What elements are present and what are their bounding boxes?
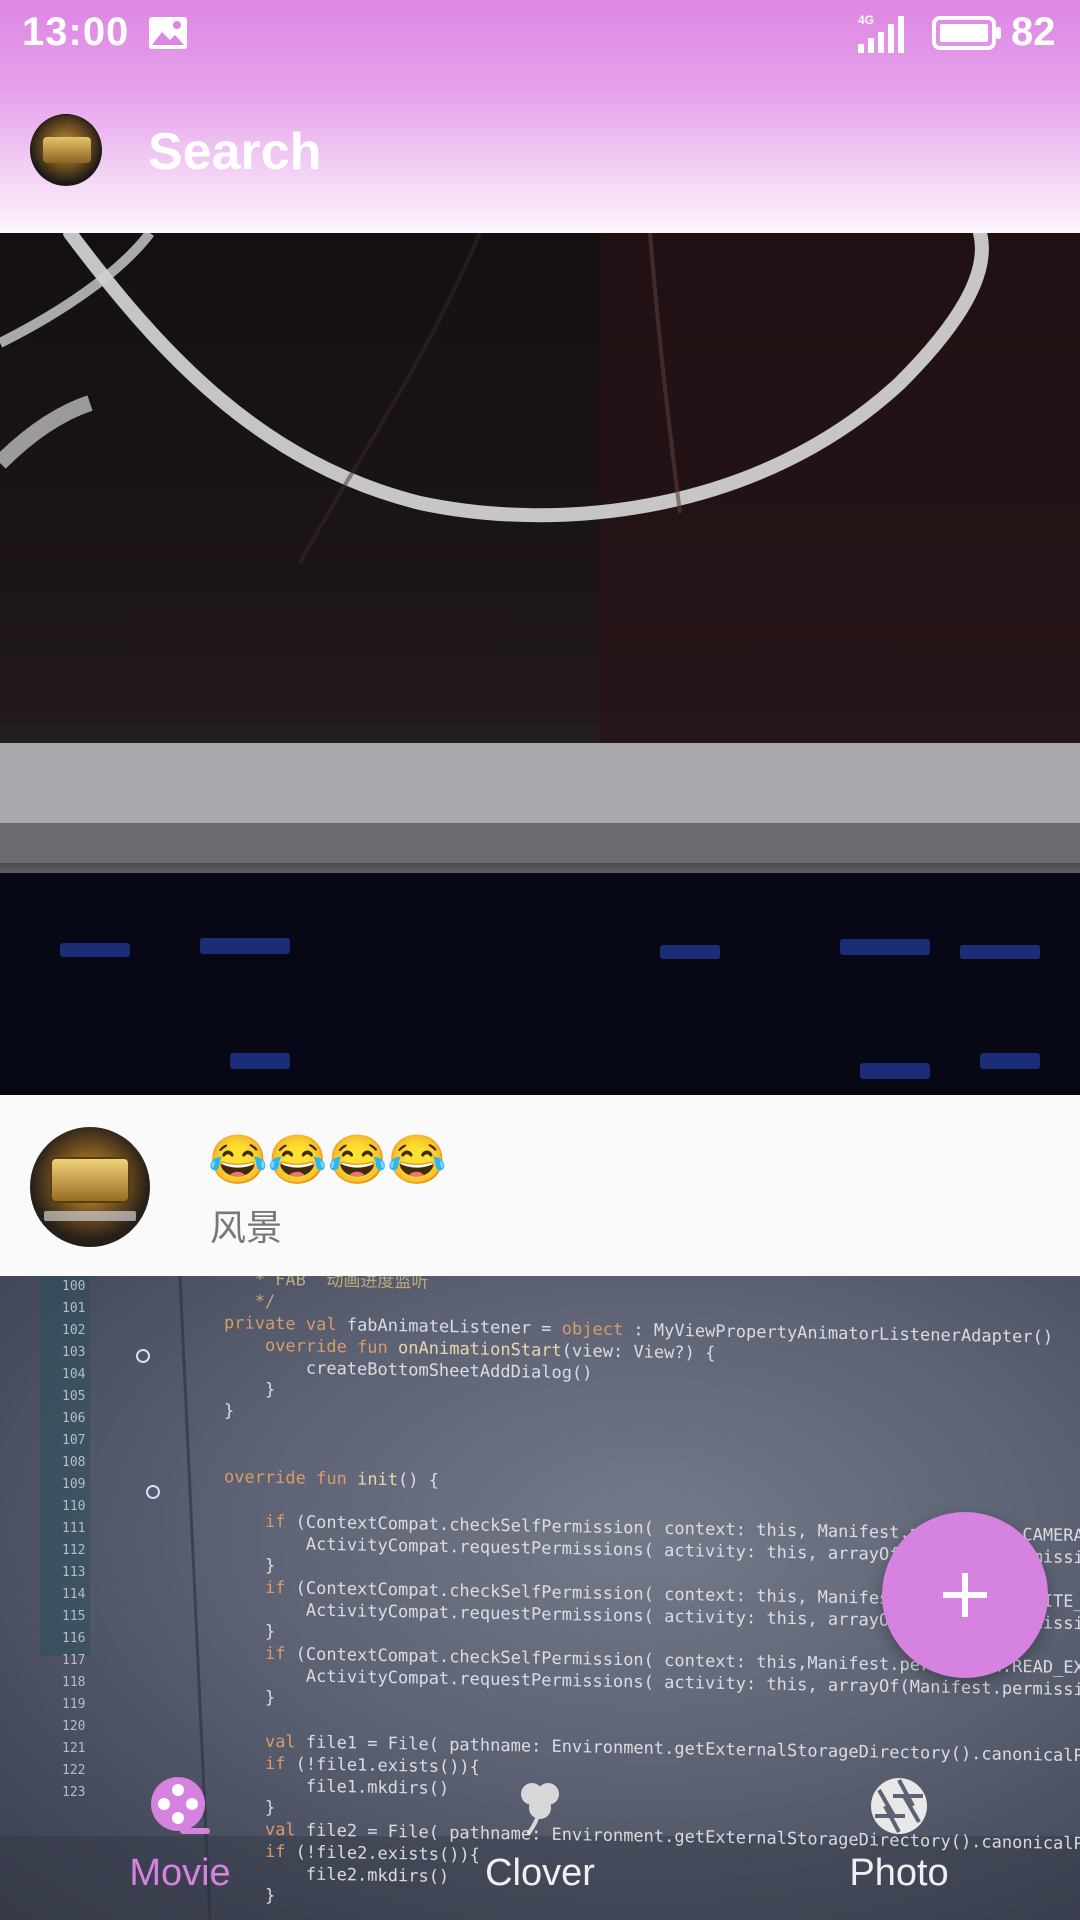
photo-content xyxy=(0,233,1080,1095)
search-button[interactable]: Search xyxy=(148,122,321,182)
photo-content-line-numbers: 100 101 102 103 104 105 106 107 108 109 110 111 112… xyxy=(62,1279,86,1800)
battery-icon xyxy=(932,16,1001,50)
svg-text:4G: 4G xyxy=(858,13,874,27)
film-reel-icon xyxy=(151,1777,210,1834)
nav-item-label: Photo xyxy=(849,1852,949,1894)
bottom-navigation: Movie Clover Photo xyxy=(0,1770,1080,1920)
user-avatar[interactable] xyxy=(30,114,102,186)
nav-item-label: Clover xyxy=(485,1852,595,1894)
camera-aperture-icon xyxy=(871,1778,927,1834)
nav-item-movie[interactable]: Movie xyxy=(80,1770,280,1920)
nav-item-label: Movie xyxy=(129,1852,231,1894)
clover-icon xyxy=(521,1783,559,1836)
post-title: 😂😂😂😂 xyxy=(208,1134,448,1187)
status-time: 13:00 xyxy=(22,10,130,54)
post-subtitle: 风景 xyxy=(210,1208,283,1249)
nav-item-photo[interactable]: Photo xyxy=(799,1770,999,1920)
post-author-avatar[interactable] xyxy=(30,1127,150,1247)
plus-icon xyxy=(943,1573,987,1617)
post-item[interactable]: 😂😂😂😂 风景 xyxy=(0,1095,1080,1276)
feed-photo[interactable] xyxy=(0,233,1080,1095)
add-button[interactable] xyxy=(882,1512,1048,1678)
app-header: 13:00 4G 82 Search xyxy=(0,0,1080,233)
nav-item-clover[interactable]: Clover xyxy=(440,1770,640,1920)
image-notification-icon xyxy=(149,17,187,49)
battery-level: 82 xyxy=(1011,10,1056,54)
status-bar: 13:00 4G 82 xyxy=(0,0,1080,66)
signal-4g-icon: 4G xyxy=(858,13,904,53)
